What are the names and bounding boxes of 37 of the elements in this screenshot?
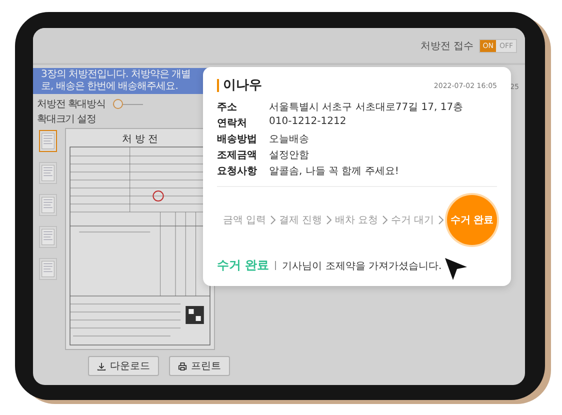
- progress-step: 수거 완료: [447, 195, 497, 245]
- slider-thumb[interactable]: [113, 99, 124, 109]
- chevron-right-icon: [382, 215, 388, 225]
- page-thumbnail[interactable]: [39, 130, 57, 152]
- download-icon: [97, 362, 106, 370]
- cursor-arrow-icon: [443, 256, 469, 282]
- progress-step: 수거 대기: [391, 213, 434, 227]
- chevron-right-icon: [270, 215, 276, 225]
- page-thumbnail[interactable]: [39, 194, 57, 216]
- print-button[interactable]: 프린트: [169, 356, 230, 376]
- status-message: 기사님이 조제약을 가져가셨습니다.: [282, 260, 442, 272]
- printer-icon: [178, 362, 187, 370]
- field-value: 설정안함: [269, 149, 310, 162]
- status-title: 수거 완료: [217, 257, 270, 274]
- zoom-label: 처방전 확대방식: [37, 98, 106, 111]
- field-label: 요청사항: [217, 165, 258, 178]
- field-label: 조제금액: [217, 149, 258, 162]
- document-title: 처 방 전: [122, 133, 158, 146]
- field-value: 알콜솜, 나들 꼭 함께 주세요!: [269, 165, 400, 178]
- page-thumbnail[interactable]: [39, 258, 57, 280]
- page-thumbnail[interactable]: [39, 226, 57, 248]
- download-button[interactable]: 다운로드: [88, 356, 159, 376]
- field-label: 연락처: [217, 117, 248, 130]
- progress-step: 결제 진행: [279, 213, 322, 227]
- zoom-size-label: 확대크기 설정: [37, 113, 96, 126]
- progress-step: 배차 요청: [335, 213, 378, 227]
- toggle-label: 처방전 접수: [420, 40, 474, 52]
- page-thumbnail[interactable]: [39, 162, 57, 184]
- field-value: 010-1212-1212: [269, 116, 348, 129]
- chevron-right-icon: [438, 215, 444, 225]
- field-label: 주소: [217, 101, 238, 114]
- progress-step: 금액 입력: [223, 213, 266, 227]
- field-label: 배송방법: [217, 133, 258, 146]
- chevron-right-icon: [326, 215, 332, 225]
- field-value: 서울특별시 서초구 서초대로77길 17, 17층: [269, 101, 464, 114]
- customer-name: 이나우: [217, 79, 262, 92]
- field-value: 오늘배송: [269, 133, 310, 146]
